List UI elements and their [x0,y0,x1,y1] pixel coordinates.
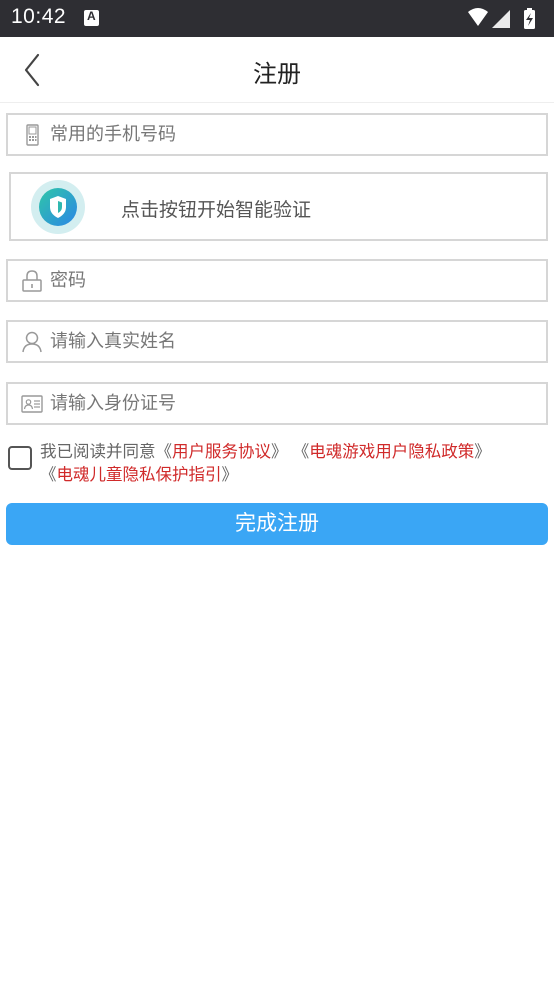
app-header: 注册 [0,37,554,103]
status-time: 10:42 [11,5,67,28]
status-bar: 10:42 A [0,0,554,37]
password-input[interactable] [50,265,530,296]
user-icon [22,331,42,353]
smart-verify-label: 点击按钮开始智能验证 [121,199,312,221]
id-number-field[interactable] [6,382,548,425]
user-service-agreement-link[interactable]: 用户服务协议 [172,442,271,461]
wifi-icon [468,8,488,26]
phone-input[interactable] [50,119,530,150]
smart-verify-button[interactable]: 点击按钮开始智能验证 [9,172,548,241]
privacy-policy-link[interactable]: 电魂游戏用户隐私政策 [309,442,474,461]
id-card-icon [21,395,43,413]
agree-checkbox[interactable] [8,446,32,470]
agreement-line-2: 《电魂儿童隐私保护指引》 [40,465,238,484]
phone-field[interactable] [6,113,548,156]
agreement-line-1: 我已阅读并同意《用户服务协议》 《电魂游戏用户隐私政策》 [40,442,491,461]
complete-registration-button[interactable]: 完成注册 [6,503,548,545]
page-title: 注册 [253,60,301,88]
shield-icon [31,180,85,234]
notification-icon: A [84,9,99,26]
lock-icon [22,270,42,292]
real-name-input[interactable] [50,326,530,357]
password-field[interactable] [6,259,548,302]
system-status-icons [468,8,535,29]
real-name-field[interactable] [6,320,548,363]
phone-icon [26,124,39,146]
child-privacy-guide-link[interactable]: 电魂儿童隐私保护指引 [57,465,222,484]
id-number-input[interactable] [50,388,530,419]
agreement-prefix: 我已阅读并同意 [40,442,156,461]
